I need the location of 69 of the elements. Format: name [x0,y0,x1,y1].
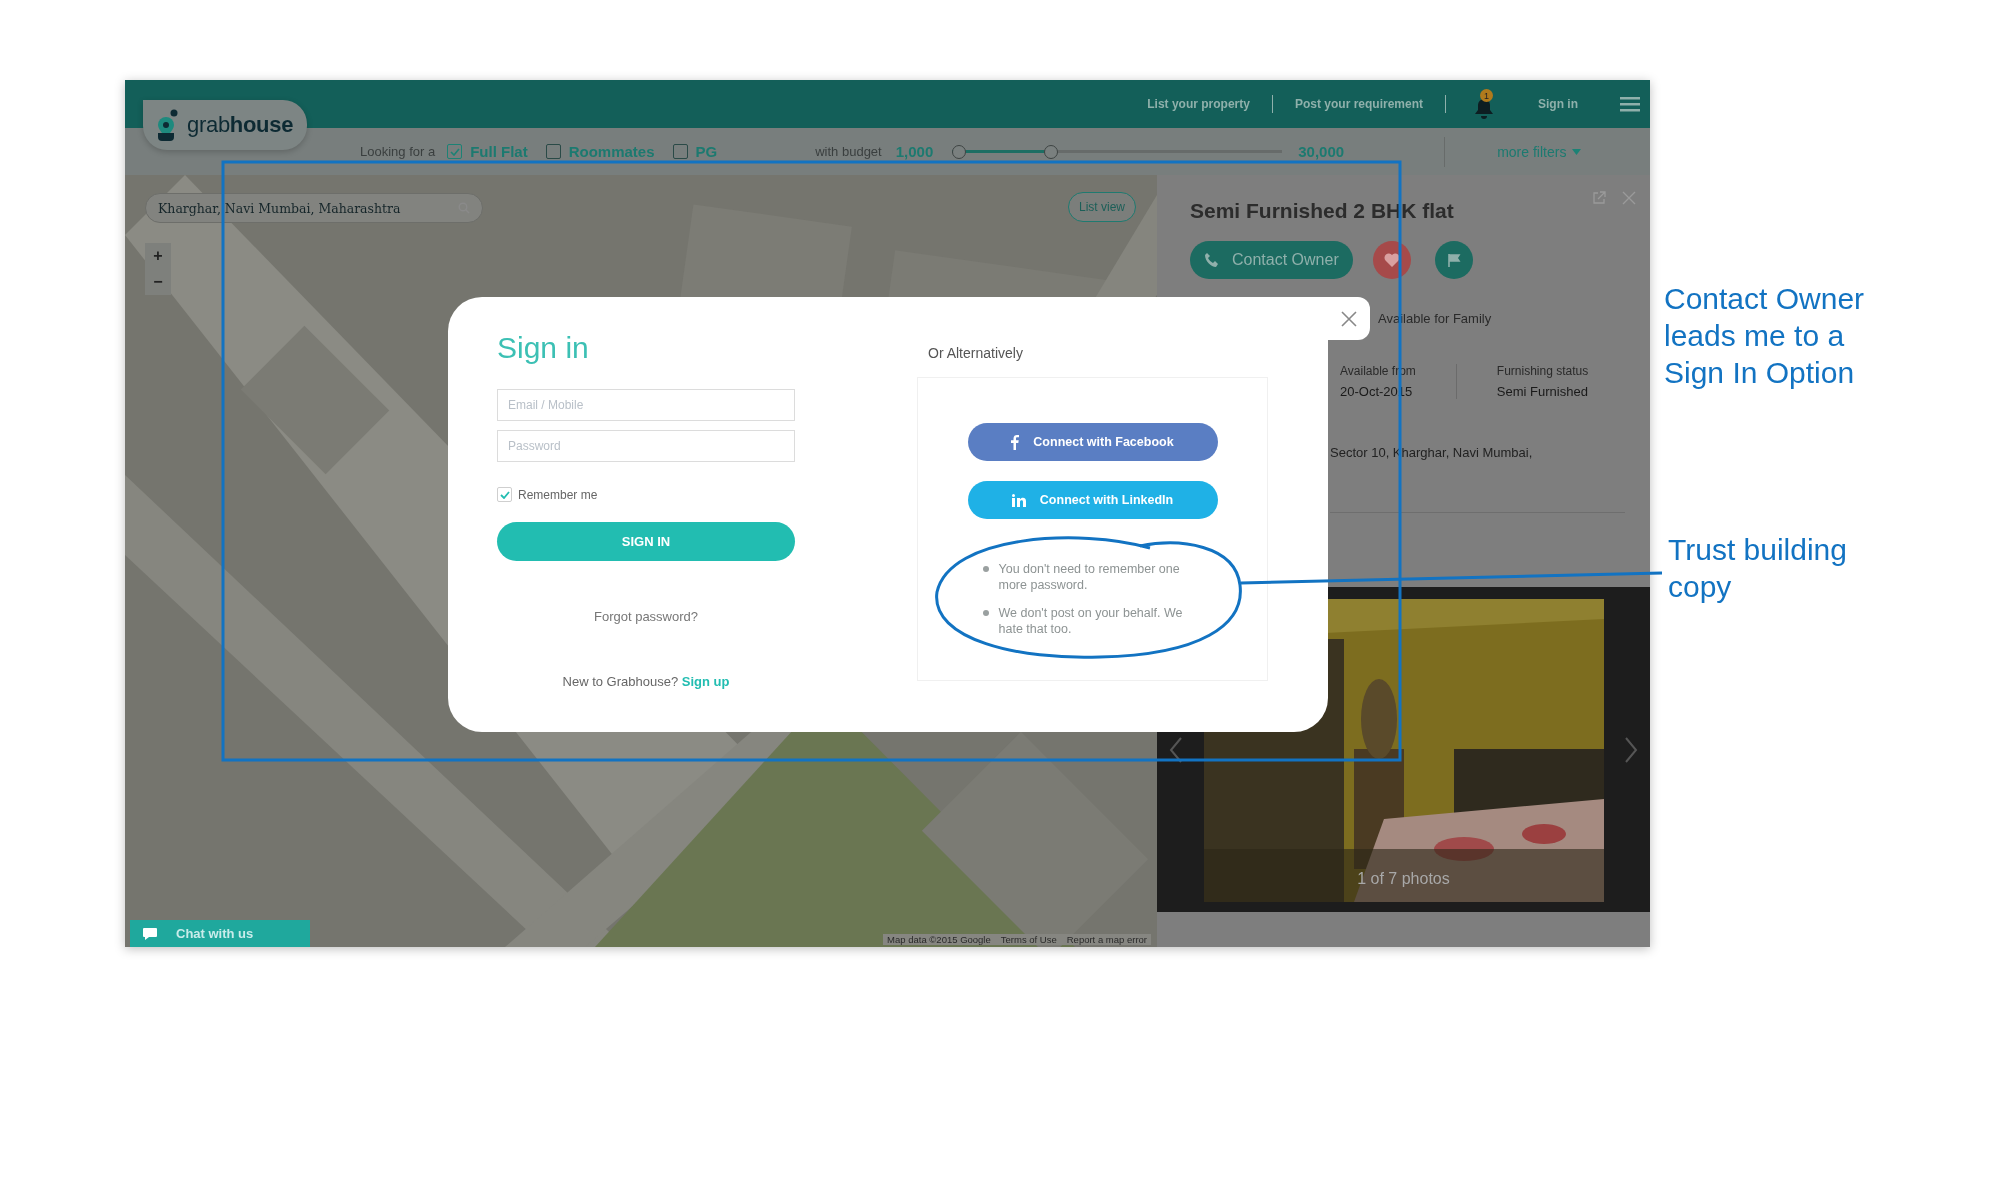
flag-icon [1446,253,1461,267]
notification-badge: 1 [1480,89,1493,102]
option-label: PG [695,143,718,160]
filter-label: Looking for a [360,144,436,159]
check-icon [449,147,460,156]
nav-link[interactable]: List your property [1147,97,1250,111]
photo-counter: 1 of 7 photos [1356,870,1451,888]
pin-icon [157,109,179,141]
location-search-field[interactable]: Kharghar, Navi Mumbai, Maharashtra [145,193,483,223]
facebook-icon [1011,434,1020,450]
chat-bubble-icon [142,926,158,941]
remember-checkbox[interactable] [497,487,512,502]
zoom-out-button[interactable]: − [145,269,171,295]
forgot-password-link[interactable]: Forgot password? [497,609,795,624]
checkbox[interactable] [545,144,561,159]
list-view-button[interactable]: List view [1068,192,1136,222]
linkedin-icon [1011,493,1026,507]
check-icon [499,490,510,499]
bell-icon [1474,97,1494,119]
menu-icon[interactable] [1620,96,1640,112]
sign-up-link[interactable]: Sign up [681,674,730,689]
budget-min: 1,000 [895,143,934,160]
trust-text: We don't post on your behalf. We hate that too. [998,605,1184,637]
contact-owner-button[interactable]: Contact Owner [1190,241,1353,279]
social-login-button[interactable]: Connect with LinkedIn [967,481,1218,519]
checkbox[interactable] [447,144,463,159]
map-link[interactable]: Terms of Use [1000,934,1057,945]
email-field[interactable]: Email / Mobile [497,389,795,421]
close-button[interactable] [1328,297,1370,340]
budget-max: 30,000 [1298,143,1345,160]
zoom-in-button[interactable]: + [145,243,171,269]
map-link[interactable]: Report a map error [1066,934,1147,945]
slider-handle[interactable] [1044,144,1059,159]
option-label: Full Flat [470,143,528,160]
password-field[interactable]: Password [497,430,795,462]
annotation-text: Trust building copy [1668,532,1847,605]
heart-icon [1383,253,1400,267]
nav-link[interactable]: Post your requirement [1294,97,1423,111]
option-label: Roommates [568,143,655,160]
caret-icon [1572,148,1582,155]
remember-label: Remember me [518,487,598,502]
trust-text: You don't need to remember one more password. [998,561,1181,593]
dialog-title: Sign in [497,331,590,365]
logo[interactable]: grabhouse [143,100,307,150]
phone-icon [1204,252,1220,268]
sign-in-button[interactable]: SIGN IN [497,522,795,561]
map-attribution: Map data ©2015 Google [887,934,991,945]
slider-handle[interactable] [952,144,967,159]
fact-label: Furnishing status [1496,364,1589,378]
social-login-button[interactable]: Connect with Facebook [967,423,1218,461]
notification-button[interactable]: 1 [1474,89,1496,119]
report-button[interactable] [1434,241,1473,279]
external-link-icon[interactable] [1592,191,1606,205]
logo-text: grabhouse [187,112,294,138]
chevron-right-icon[interactable] [1624,736,1638,763]
chat-button[interactable]: Chat with us [130,920,310,947]
checkbox[interactable] [672,144,688,159]
favorite-button[interactable] [1372,241,1411,279]
fact-value: Semi Furnished [1496,384,1589,399]
search-value: Kharghar, Navi Mumbai, Maharashtra [158,200,401,216]
budget-label: with budget [815,144,882,159]
bullet-icon [982,566,989,572]
alternative-heading: Or Alternatively [928,345,1024,361]
close-icon [1341,310,1357,327]
signup-prompt: New to Grabhouse? [562,674,679,689]
annotation-text: Contact Owner leads me to a Sign In Option [1664,281,1865,391]
bullet-icon [982,610,989,616]
sign-in-link[interactable]: Sign in [1538,97,1578,111]
close-icon[interactable] [1622,191,1636,205]
